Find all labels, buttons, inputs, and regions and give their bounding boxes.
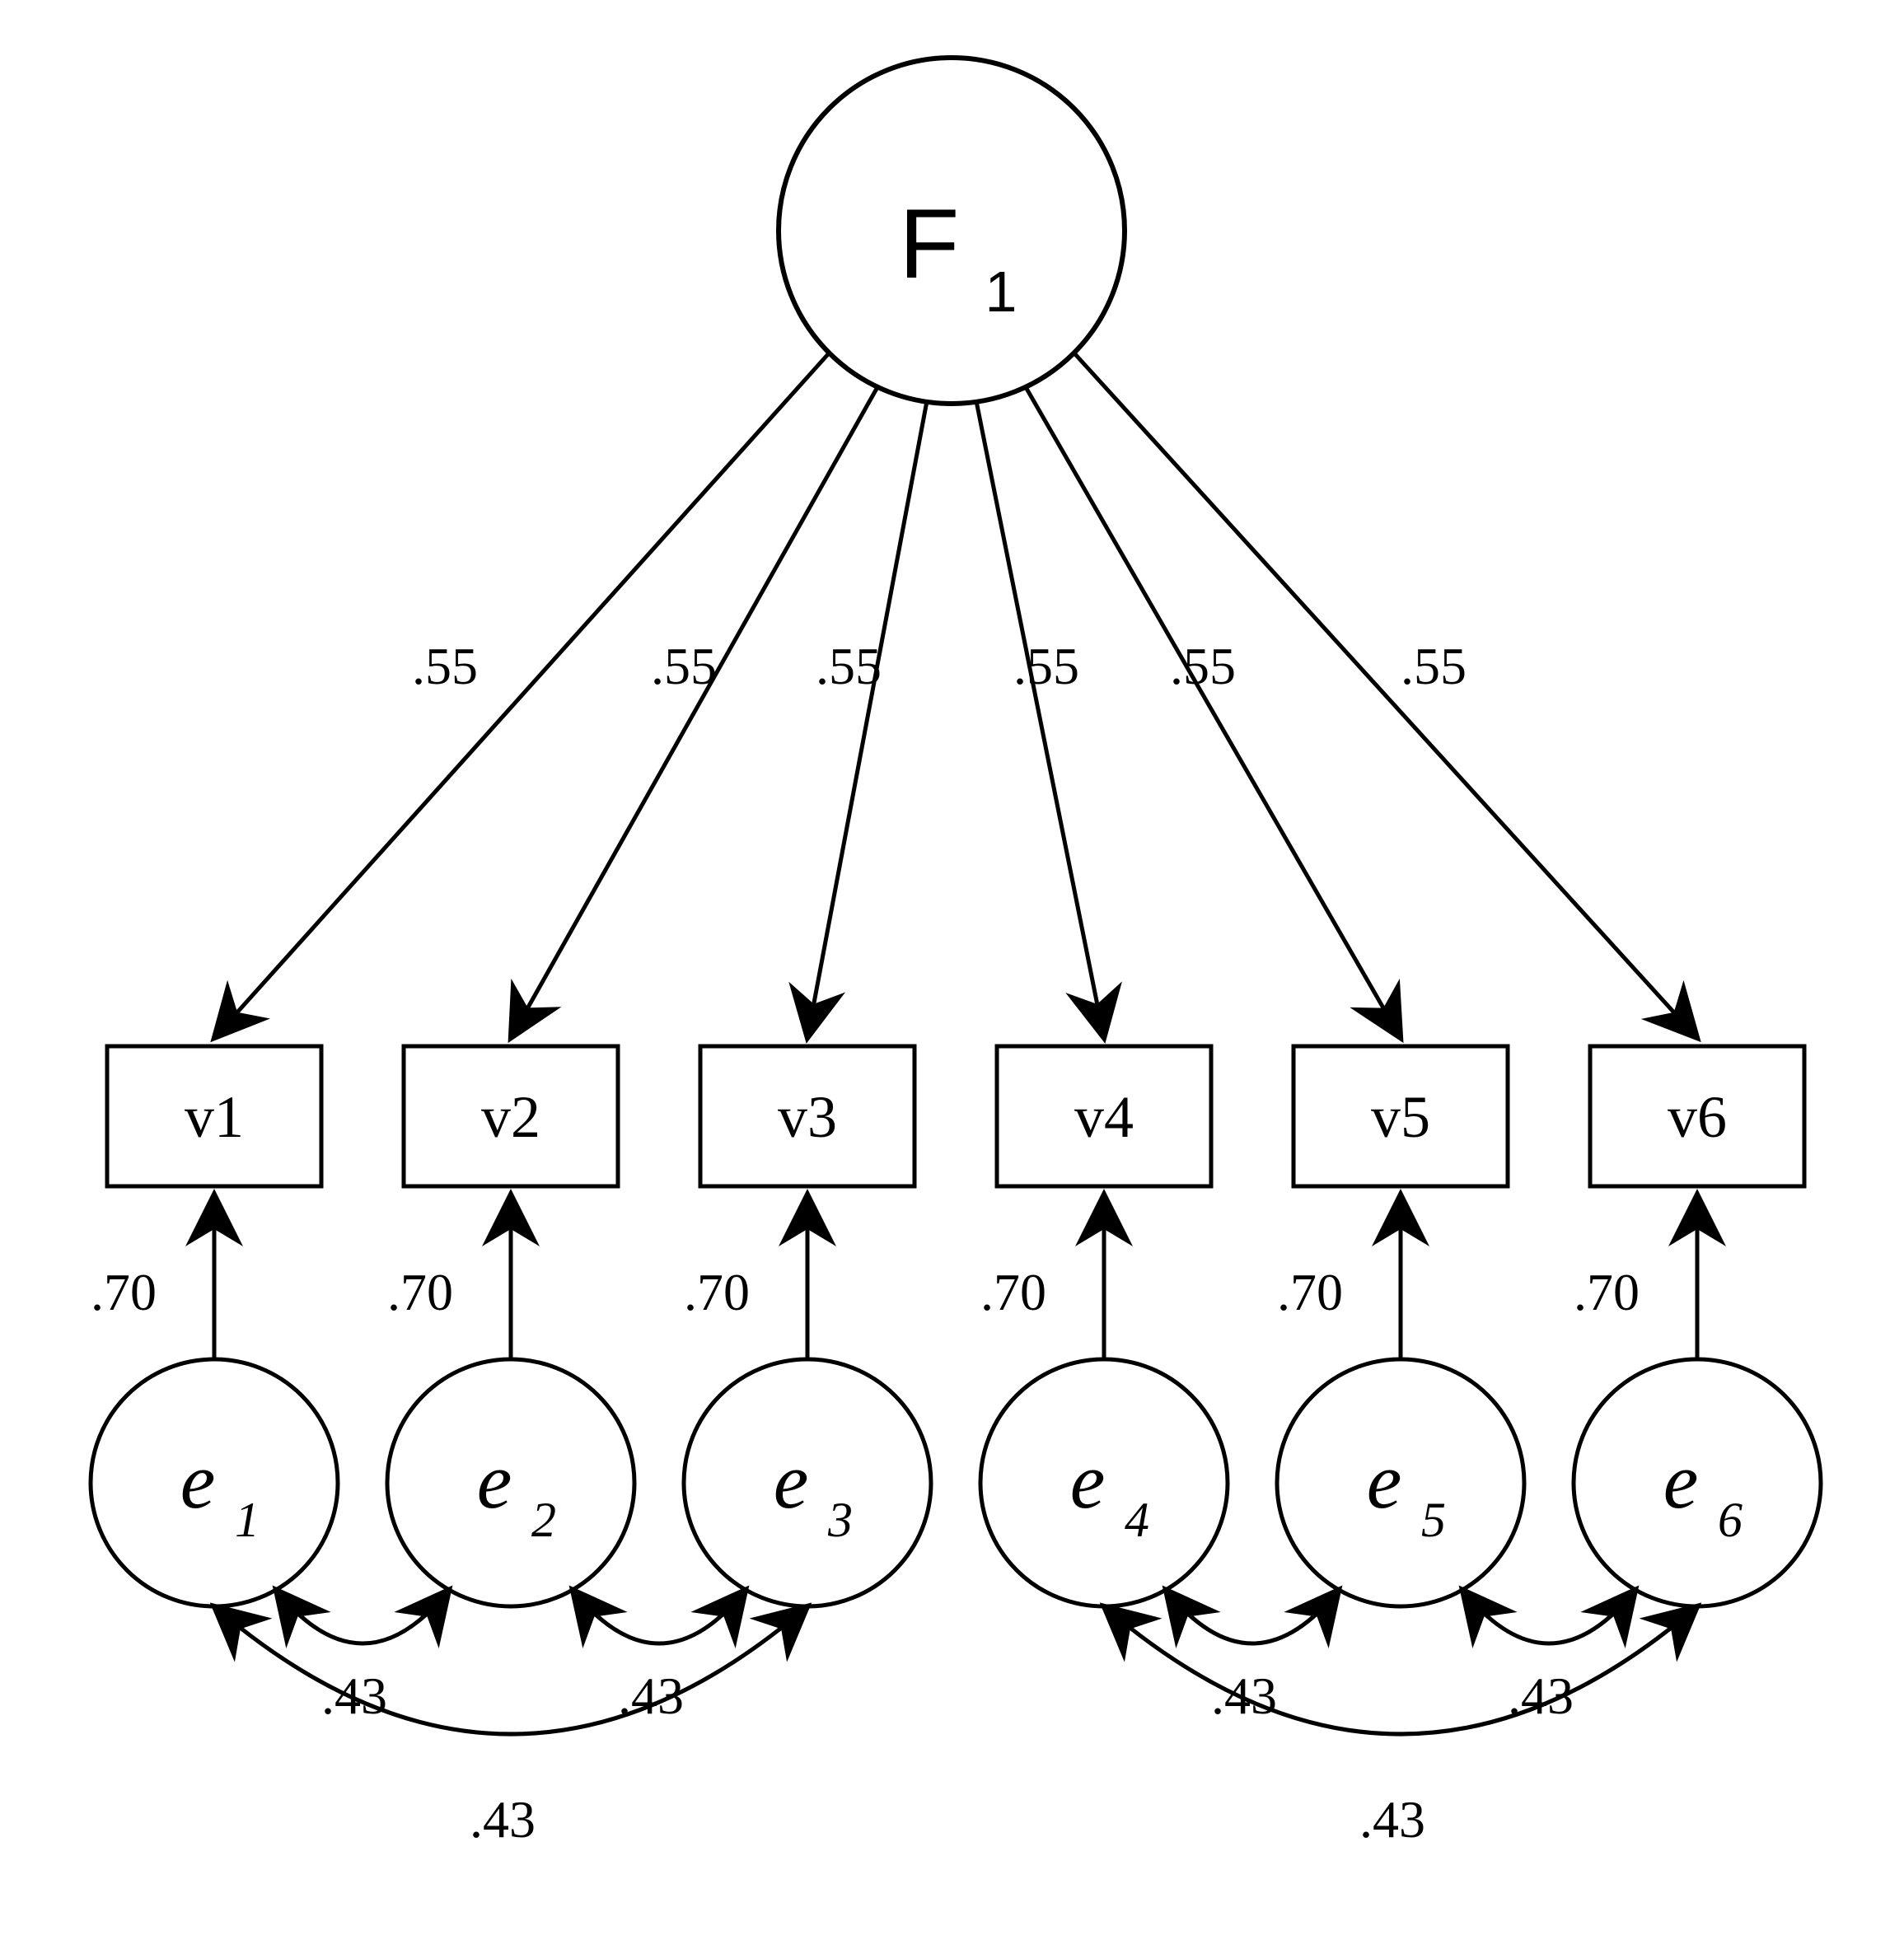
variance-e2: .70 (387, 1263, 453, 1321)
error-e1: e1 (91, 1359, 338, 1606)
sem-path-diagram: F 1 .55 .55 .55 .55 .55 .55 v1 v2 v3 (0, 0, 1904, 1954)
factor-node: F 1 (779, 58, 1125, 404)
error-e4-main: e (1070, 1437, 1106, 1525)
factor-label-main: F (899, 189, 959, 299)
error-e6: e6 (1574, 1359, 1821, 1606)
svg-text:e2: e2 (477, 1437, 556, 1547)
error-e4-sub: 4 (1125, 1493, 1149, 1547)
error-e5-main: e (1367, 1437, 1402, 1525)
loading-v3: .55 (816, 637, 882, 695)
error-e3: e3 (684, 1359, 931, 1606)
observed-v3: v3 (700, 1046, 915, 1186)
error-e4: e4 (980, 1359, 1228, 1606)
observed-v3-label: v3 (778, 1084, 837, 1150)
variance-e5: .70 (1277, 1263, 1343, 1321)
loading-v1: .55 (412, 637, 478, 695)
observed-v5: v5 (1294, 1046, 1508, 1186)
covariance-arcs (214, 1590, 1697, 1734)
cov-e2-e3: .43 (618, 1667, 684, 1725)
observed-v6-label: v6 (1668, 1084, 1727, 1150)
cov-e1-e2: .43 (321, 1667, 387, 1725)
observed-v4-label: v4 (1074, 1084, 1134, 1150)
covariance-labels: .43 .43 .43 .43 .43 .43 (321, 1667, 1574, 1849)
svg-text:e5: e5 (1367, 1437, 1446, 1547)
observed-v2: v2 (404, 1046, 618, 1186)
svg-text:e3: e3 (774, 1437, 853, 1547)
cov-e4-e6: .43 (1359, 1790, 1425, 1849)
variance-e6: .70 (1574, 1263, 1640, 1321)
svg-text:e1: e1 (180, 1437, 260, 1547)
loading-v5: .55 (1170, 637, 1236, 695)
loading-v2: .55 (651, 637, 717, 695)
loading-v4: .55 (1013, 637, 1079, 695)
error-e6-main: e (1663, 1437, 1699, 1525)
observed-boxes: v1 v2 v3 v4 v5 v6 (107, 1046, 1804, 1186)
loading-v6: .55 (1401, 637, 1467, 695)
error-e2: e2 (387, 1359, 634, 1606)
loading-labels: .55 .55 .55 .55 .55 .55 (412, 637, 1467, 695)
svg-text:F 1: F 1 (899, 189, 1017, 325)
variance-e4: .70 (980, 1263, 1046, 1321)
error-e2-main: e (477, 1437, 512, 1525)
error-e6-sub: 6 (1718, 1493, 1743, 1547)
svg-text:e6: e6 (1663, 1437, 1743, 1547)
cov-e1-e3: .43 (470, 1790, 536, 1849)
loading-arrows (214, 354, 1697, 1038)
svg-text:e4: e4 (1070, 1437, 1149, 1547)
observed-v2-label: v2 (481, 1084, 540, 1150)
error-e5-sub: 5 (1421, 1493, 1446, 1547)
observed-v1-label: v1 (185, 1084, 244, 1150)
error-variance-labels: .70 .70 .70 .70 .70 .70 (91, 1263, 1640, 1321)
error-e2-sub: 2 (531, 1493, 556, 1547)
error-e1-sub: 1 (235, 1493, 260, 1547)
variance-e1: .70 (91, 1263, 157, 1321)
error-nodes: e1 e2 e3 e4 e5 e6 (91, 1359, 1821, 1606)
observed-v6: v6 (1590, 1046, 1804, 1186)
observed-v5-label: v5 (1371, 1084, 1430, 1150)
cov-e4-e5: .43 (1211, 1667, 1277, 1725)
observed-v1: v1 (107, 1046, 321, 1186)
error-e1-main: e (180, 1437, 216, 1525)
error-e3-sub: 3 (827, 1493, 853, 1547)
error-e3-main: e (774, 1437, 809, 1525)
factor-label-sub: 1 (985, 259, 1017, 324)
cov-e5-e6: .43 (1508, 1667, 1574, 1725)
observed-v4: v4 (997, 1046, 1211, 1186)
variance-e3: .70 (684, 1263, 750, 1321)
error-e5: e5 (1277, 1359, 1524, 1606)
